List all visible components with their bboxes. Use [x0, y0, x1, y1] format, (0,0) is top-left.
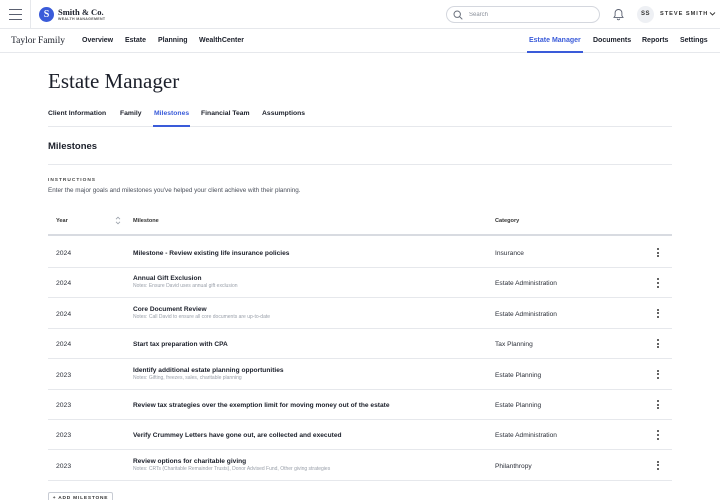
cell-year: 2024: [56, 310, 72, 318]
chevron-down-icon[interactable]: [709, 10, 716, 17]
bell-icon[interactable]: [612, 8, 625, 21]
cell-year: 2024: [56, 250, 72, 257]
table-row[interactable]: 2024 Start tax preparation with CPA Tax Pl…: [48, 329, 672, 360]
active-nav-indicator: [527, 51, 583, 53]
sort-icon[interactable]: [115, 216, 121, 225]
nav-estate-manager[interactable]: Estate Manager: [529, 37, 581, 44]
table-row[interactable]: 2023 Review tax strategies over the exemp…: [48, 390, 672, 420]
cell-milestone: Verify Crummey Letters have gone out, ar…: [133, 432, 342, 440]
page-title: Estate Manager: [48, 69, 180, 93]
cell-milestone: Review options for charitable giving: [133, 457, 247, 465]
cell-category: Estate Planning: [495, 371, 542, 379]
table-row[interactable]: 2023 Identify additional estate planning …: [48, 360, 672, 390]
divider: [30, 0, 31, 29]
nav-documents[interactable]: Documents: [593, 37, 631, 44]
table-row[interactable]: 2024 Annual Gift Exclusion Notes: Ensure D…: [48, 268, 672, 299]
cell-year: 2023: [56, 432, 72, 440]
cell-year: 2023: [56, 402, 72, 409]
more-options-icon[interactable]: [654, 339, 662, 351]
nav-reports[interactable]: Reports: [642, 37, 668, 44]
more-options-icon[interactable]: [654, 460, 662, 473]
logo-mark: S: [39, 7, 54, 22]
cell-category: Estate Administration: [495, 280, 557, 288]
nav-settings[interactable]: Settings: [680, 37, 708, 44]
tab-assumptions[interactable]: Assumptions: [262, 110, 305, 117]
cell-note: Notes: Gifting, freezes, sales, charitab…: [133, 374, 242, 381]
cell-year: 2024: [56, 341, 72, 349]
cell-category: Estate Administration: [495, 310, 557, 318]
table-row[interactable]: 2023 Verify Crummey Letters have gone out…: [48, 420, 672, 451]
cell-year: 2023: [56, 462, 72, 470]
user-name[interactable]: STEVE SMITH: [660, 11, 708, 17]
cell-milestone: Identify additional estate planning oppo…: [133, 366, 284, 374]
nav-estate[interactable]: Estate: [125, 37, 146, 44]
more-options-icon[interactable]: [654, 400, 662, 412]
cell-milestone: Annual Gift Exclusion: [133, 275, 202, 283]
cell-category: Estate Administration: [495, 432, 557, 440]
search-box[interactable]: [446, 6, 600, 23]
more-options-icon[interactable]: [654, 430, 662, 442]
cell-note: Notes: CRTs (Charitable Remainder Trusts…: [133, 465, 331, 472]
logo-name: Smith & Co.: [58, 7, 104, 17]
instructions-text: Enter the major goals and milestones you…: [48, 187, 301, 194]
more-options-icon[interactable]: [654, 369, 662, 382]
nav-planning[interactable]: Planning: [158, 37, 188, 44]
cell-category: Tax Planning: [495, 341, 533, 349]
divider: [48, 164, 672, 165]
active-tab-indicator: [153, 125, 190, 127]
more-options-icon[interactable]: [654, 248, 662, 260]
tab-family[interactable]: Family: [120, 110, 142, 117]
cell-note: Notes: Call David to ensure all core doc…: [133, 313, 271, 320]
column-header-year[interactable]: Year: [56, 218, 68, 224]
cell-year: 2024: [56, 280, 72, 288]
nav-wealthcenter[interactable]: WealthCenter: [199, 37, 244, 44]
logo-subtitle: WEALTH MANAGEMENT: [58, 17, 106, 21]
hamburger-icon[interactable]: [9, 9, 22, 21]
cell-category: Insurance: [495, 250, 524, 257]
nav-overview[interactable]: Overview: [82, 37, 113, 44]
instructions-label: INSTRUCTIONS: [48, 178, 96, 183]
cell-milestone: Review tax strategies over the exemption…: [133, 402, 390, 409]
client-nav: Taylor Family Overview Estate Planning W…: [0, 29, 720, 53]
cell-category: Philanthropy: [495, 462, 532, 470]
top-bar: S Smith & Co. WEALTH MANAGEMENT SS STEVE…: [0, 0, 720, 29]
more-options-icon[interactable]: [654, 278, 662, 290]
tab-bar: Client Information Family Milestones Fin…: [48, 100, 672, 127]
tab-milestones[interactable]: Milestones: [154, 110, 189, 117]
search-icon: [453, 10, 463, 20]
cell-year: 2023: [56, 371, 72, 379]
more-options-icon[interactable]: [654, 308, 662, 321]
cell-milestone: Start tax preparation with CPA: [133, 341, 228, 349]
avatar[interactable]: SS: [637, 6, 654, 23]
column-header-category: Category: [495, 218, 520, 224]
add-milestone-button[interactable]: + ADD MILESTONE: [48, 492, 113, 500]
table-header: Year Milestone Category: [48, 208, 672, 236]
table-row[interactable]: 2023 Review options for charitable giving…: [48, 451, 672, 481]
cell-category: Estate Planning: [495, 402, 542, 409]
section-title: Milestones: [48, 141, 98, 152]
cell-milestone: Milestone - Review existing life insuran…: [133, 250, 290, 257]
column-header-milestone: Milestone: [133, 218, 159, 224]
table-row[interactable]: 2024 Core Document Review Notes: Call Davi…: [48, 299, 672, 329]
search-input[interactable]: [469, 9, 595, 21]
tab-client-information[interactable]: Client Information: [48, 110, 106, 117]
client-name: Taylor Family: [11, 36, 65, 46]
table-row[interactable]: 2024 Milestone - Review existing life ins…: [48, 238, 672, 268]
tab-financial-team[interactable]: Financial Team: [201, 110, 250, 117]
cell-milestone: Core Document Review: [133, 305, 207, 313]
cell-note: Notes: Ensure David uses annual gift exc…: [133, 283, 238, 290]
